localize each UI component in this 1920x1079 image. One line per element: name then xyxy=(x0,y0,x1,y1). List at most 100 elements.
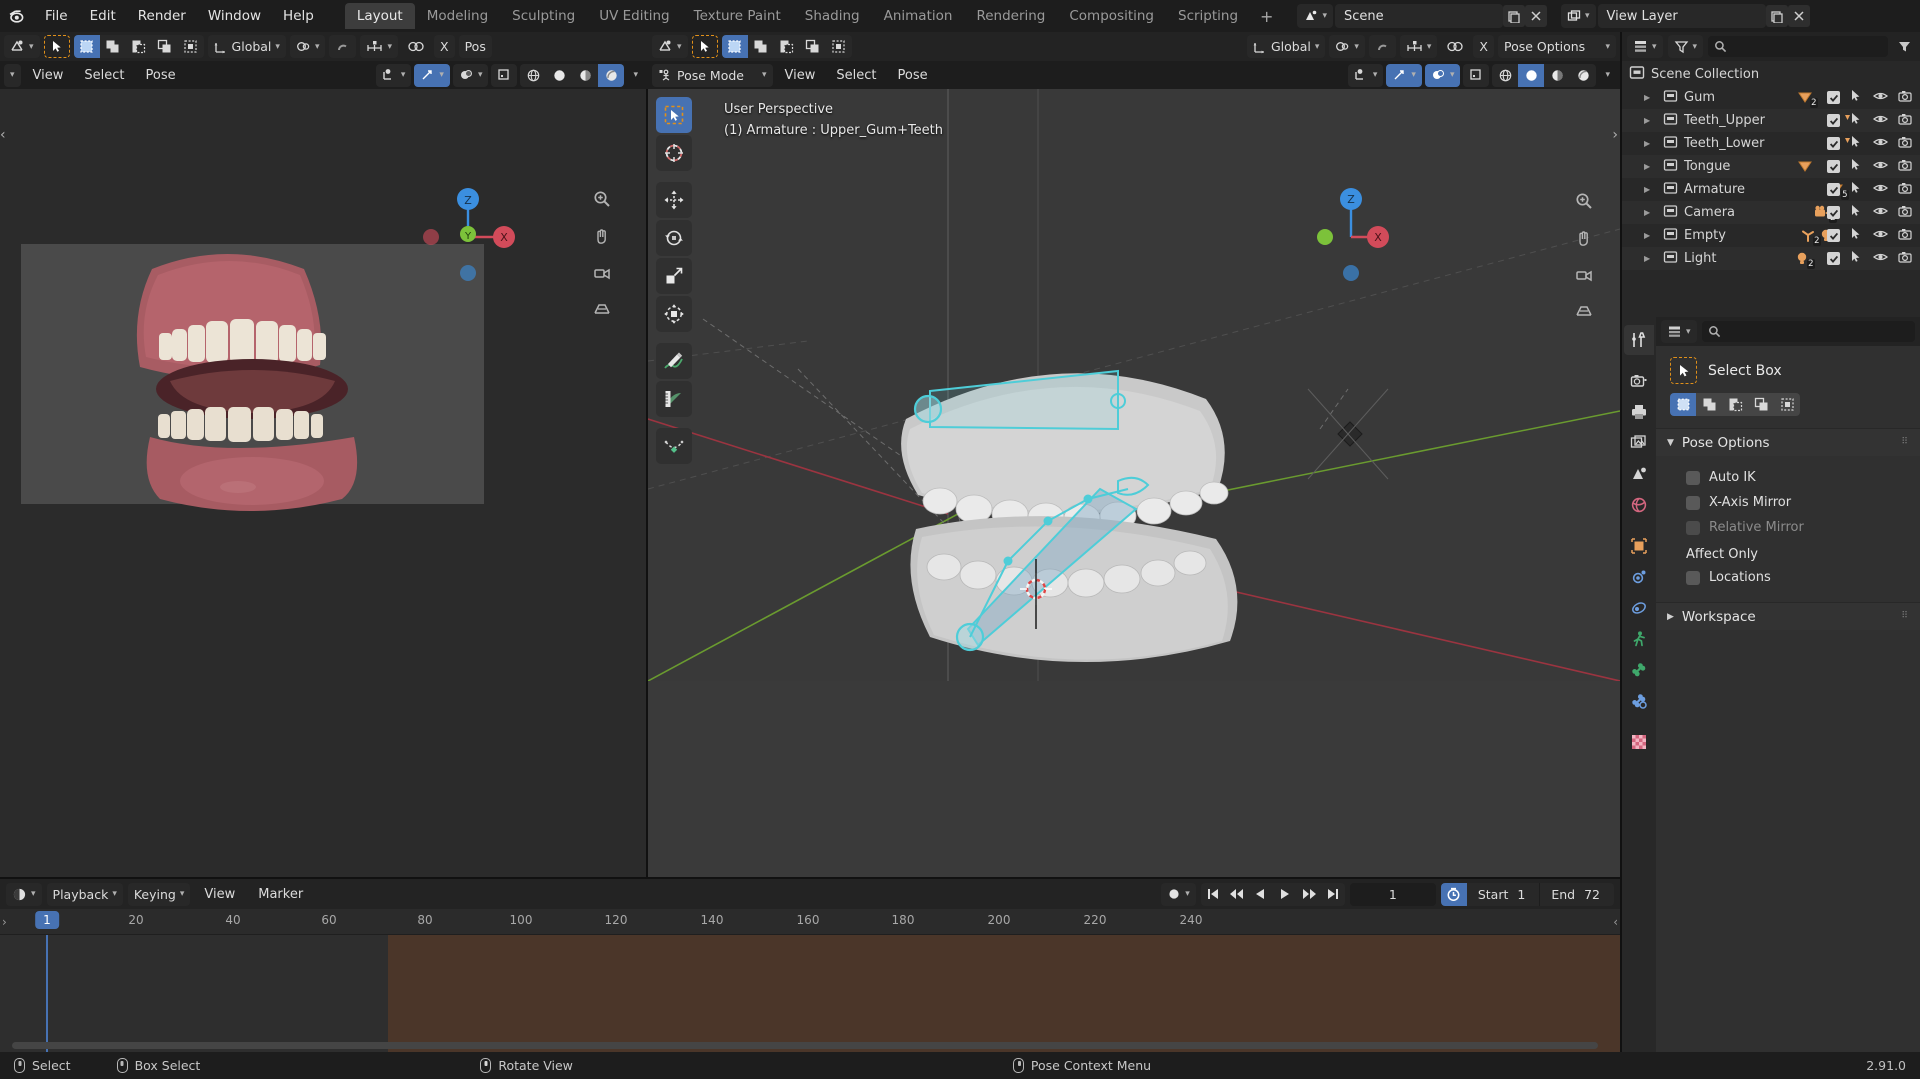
timeline-body[interactable] xyxy=(0,935,1620,1052)
menu-render[interactable]: Render xyxy=(127,5,197,27)
blender-logo-icon[interactable] xyxy=(0,6,34,26)
checkbox-icon[interactable] xyxy=(1827,183,1840,196)
outliner-display-mode-button[interactable]: ▾ xyxy=(1667,35,1704,58)
toggle-shading-type-left[interactable] xyxy=(491,63,518,87)
select-set-button[interactable] xyxy=(73,35,100,58)
start-frame-field[interactable]: Start 1 xyxy=(1466,882,1540,906)
selectable-cursor-icon[interactable] xyxy=(1850,227,1863,244)
outliner-search-input[interactable] xyxy=(1708,36,1888,57)
show-gizmo-button-left[interactable]: ▾ xyxy=(375,63,412,87)
outliner-row-tongue[interactable]: ▶ Tongue xyxy=(1622,155,1920,178)
select-extend-button-props[interactable] xyxy=(1696,393,1722,416)
modifier-tab[interactable] xyxy=(1624,562,1654,592)
world-tab[interactable] xyxy=(1624,490,1654,520)
select-subtract-button-props[interactable] xyxy=(1722,393,1748,416)
disable-render-camera-icon[interactable] xyxy=(1898,136,1912,152)
shading-material-right[interactable] xyxy=(1544,64,1570,87)
x-axis-mirror-checkbox[interactable] xyxy=(1686,495,1700,510)
pose-options-panel-header[interactable]: ▼ Pose Options ⠿ xyxy=(1656,428,1920,456)
tool-breakdowner[interactable] xyxy=(656,428,692,464)
render-tab[interactable] xyxy=(1624,366,1654,396)
next-keyframe-button[interactable] xyxy=(1297,883,1321,906)
select-subtract-button-right[interactable] xyxy=(774,35,800,58)
scene-name-field[interactable]: Scene xyxy=(1334,4,1503,28)
viewport-left-sidebar-toggle[interactable]: ‹ xyxy=(0,127,6,143)
timeline-horizontal-scrollbar[interactable] xyxy=(12,1042,1598,1049)
shading-solid-right[interactable] xyxy=(1518,63,1545,87)
selectable-cursor-icon[interactable] xyxy=(1850,181,1863,198)
menu-file[interactable]: File xyxy=(34,5,79,27)
expand-triangle-icon[interactable]: ▶ xyxy=(1644,185,1657,194)
outliner-row-empty[interactable]: ▶ Empty 2 xyxy=(1622,224,1920,247)
transform-orientation-right[interactable]: Global ▾ xyxy=(1246,35,1326,58)
snap-magnet-button-right[interactable] xyxy=(1368,35,1396,58)
shading-dropdown-right[interactable]: ▾ xyxy=(1599,64,1616,87)
menu-edit[interactable]: Edit xyxy=(79,5,127,27)
auto-ik-checkbox[interactable] xyxy=(1686,470,1700,485)
viewport-left-menu-view[interactable]: View xyxy=(24,66,73,85)
select-set-button-props[interactable] xyxy=(1670,393,1696,416)
outliner-editor-type-button[interactable]: ▾ xyxy=(1627,35,1663,58)
viewport-right-menu-select[interactable]: Select xyxy=(827,66,885,85)
checkbox-icon[interactable] xyxy=(1827,137,1840,150)
mode-dropdown-right[interactable]: Pose Mode ▾ xyxy=(652,63,773,87)
tab-layout[interactable]: Layout xyxy=(344,3,415,29)
tab-shading[interactable]: Shading xyxy=(793,3,872,29)
tool-measure[interactable] xyxy=(656,381,692,417)
timeline-menu-view[interactable]: View xyxy=(195,885,244,904)
shading-wireframe-left[interactable] xyxy=(520,64,546,87)
scene-tab[interactable] xyxy=(1624,459,1654,489)
disable-render-camera-icon[interactable] xyxy=(1898,228,1912,244)
outliner-row-gum[interactable]: ▶ Gum 2 xyxy=(1622,86,1920,109)
outliner-row-teeth-upper[interactable]: ▶ Teeth_Upper xyxy=(1622,109,1920,132)
tool-select-box[interactable] xyxy=(656,97,692,133)
new-view-layer-button[interactable] xyxy=(1765,5,1788,27)
properties-editor-type-button[interactable]: ▾ xyxy=(1661,320,1697,343)
x-axis-mirror-row[interactable]: X-Axis Mirror xyxy=(1656,490,1920,515)
xray-button-left[interactable]: ▾ xyxy=(452,63,489,87)
auto-keying-toggle[interactable]: ▾ xyxy=(1161,882,1196,906)
menu-help[interactable]: Help xyxy=(272,5,325,27)
viewport-left-menu-pose[interactable]: Pose xyxy=(137,66,185,85)
tab-sculpting[interactable]: Sculpting xyxy=(500,3,587,29)
select-set-button-right[interactable] xyxy=(721,35,748,58)
locations-row[interactable]: Locations xyxy=(1656,565,1920,590)
snap-magnet-button-left[interactable] xyxy=(329,35,357,58)
checkbox-icon[interactable] xyxy=(1827,229,1840,242)
jump-to-start-button[interactable] xyxy=(1201,883,1225,906)
properties-search-input[interactable] xyxy=(1701,321,1915,342)
shading-dropdown-left[interactable]: ▾ xyxy=(627,64,644,87)
selectable-cursor-icon[interactable] xyxy=(1850,204,1863,221)
zoom-icon[interactable] xyxy=(588,185,616,213)
tab-scripting[interactable]: Scripting xyxy=(1166,3,1250,29)
shading-wireframe-right[interactable] xyxy=(1492,64,1518,87)
proportional-edit-button-right[interactable] xyxy=(1441,35,1469,58)
select-intersect-button-right[interactable] xyxy=(826,35,852,58)
checkbox-icon[interactable] xyxy=(1827,252,1840,265)
play-button[interactable] xyxy=(1273,883,1297,906)
viewport-left[interactable]: Z X Y ‹ xyxy=(0,89,648,877)
outliner-filter-button[interactable] xyxy=(1893,39,1915,54)
viewport-right[interactable]: Z X User Perspective (1) Armature : Uppe… xyxy=(648,89,1620,877)
pan-hand-icon[interactable] xyxy=(1570,224,1598,252)
checkbox-icon[interactable] xyxy=(1827,160,1840,173)
texture-tab[interactable] xyxy=(1624,727,1654,757)
checkbox-icon[interactable] xyxy=(1827,114,1840,127)
timeline-ruler[interactable]: › 20 40 60 80 100 120 140 160 180 200 22… xyxy=(0,909,1620,935)
transform-orientation-left[interactable]: Global ▾ xyxy=(207,35,286,58)
jump-to-end-button[interactable] xyxy=(1321,883,1345,906)
hide-viewport-eye-icon[interactable] xyxy=(1872,251,1889,267)
proportional-falloff-left[interactable]: X xyxy=(434,35,455,58)
selectable-cursor-icon[interactable] xyxy=(1850,112,1863,129)
timeline-editor-type-button[interactable]: ▾ xyxy=(6,882,42,906)
toggle-ortho-icon[interactable] xyxy=(588,296,616,324)
active-tool-row[interactable]: Select Box xyxy=(1656,346,1920,390)
disable-render-camera-icon[interactable] xyxy=(1898,90,1912,106)
select-intersect-button[interactable] xyxy=(178,35,204,58)
expand-triangle-icon[interactable]: ▶ xyxy=(1644,231,1657,240)
camera-view-icon[interactable] xyxy=(588,259,616,287)
snap-to-button-right[interactable]: ▾ xyxy=(1399,35,1438,58)
xray-button-right[interactable]: ▾ xyxy=(1424,63,1461,87)
selectable-cursor-icon[interactable] xyxy=(1850,89,1863,106)
snap-to-button-left[interactable]: ▾ xyxy=(360,35,398,58)
